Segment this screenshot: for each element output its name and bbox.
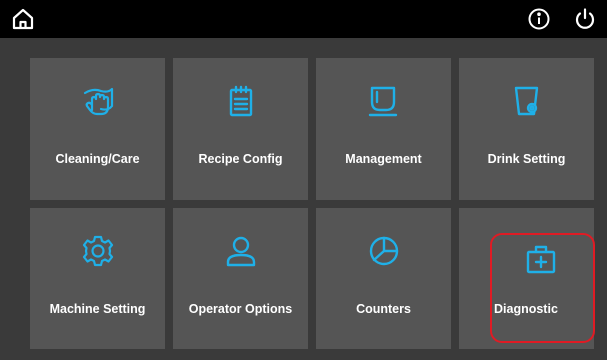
menu-grid: Cleaning/Care Recipe Config Management D… bbox=[30, 58, 594, 349]
tile-label: Recipe Config bbox=[198, 152, 283, 166]
info-icon[interactable] bbox=[527, 7, 551, 31]
top-bar bbox=[0, 0, 607, 38]
tile-label: Management bbox=[345, 152, 422, 166]
clipboard-icon bbox=[224, 84, 258, 118]
user-icon bbox=[224, 234, 258, 268]
tile-operator-options[interactable]: Operator Options bbox=[173, 208, 308, 349]
tile-label: Counters bbox=[356, 302, 411, 316]
tile-label: Cleaning/Care bbox=[55, 152, 140, 166]
tile-recipe-config[interactable]: Recipe Config bbox=[173, 58, 308, 200]
tile-label: Operator Options bbox=[188, 302, 293, 316]
tile-drink-setting[interactable]: Drink Setting bbox=[459, 58, 594, 200]
tile-label: Drink Setting bbox=[487, 152, 566, 166]
tile-diagnostic[interactable]: Diagnostic bbox=[459, 208, 594, 349]
tile-management[interactable]: Management bbox=[316, 58, 451, 200]
tile-label: Diagnostic bbox=[494, 302, 558, 316]
cup-icon bbox=[367, 84, 401, 118]
tile-machine-setting[interactable]: Machine Setting bbox=[30, 208, 165, 349]
first-aid-kit-icon bbox=[524, 242, 558, 276]
tile-cleaning-care[interactable]: Cleaning/Care bbox=[30, 58, 165, 200]
cup-settings-icon bbox=[510, 84, 544, 118]
tile-label: Machine Setting bbox=[49, 302, 146, 316]
power-icon[interactable] bbox=[573, 7, 597, 31]
tile-counters[interactable]: Counters bbox=[316, 208, 451, 349]
home-icon[interactable] bbox=[11, 7, 35, 31]
hand-wash-icon bbox=[81, 84, 115, 118]
gear-icon bbox=[81, 234, 115, 268]
pie-chart-icon bbox=[367, 234, 401, 268]
